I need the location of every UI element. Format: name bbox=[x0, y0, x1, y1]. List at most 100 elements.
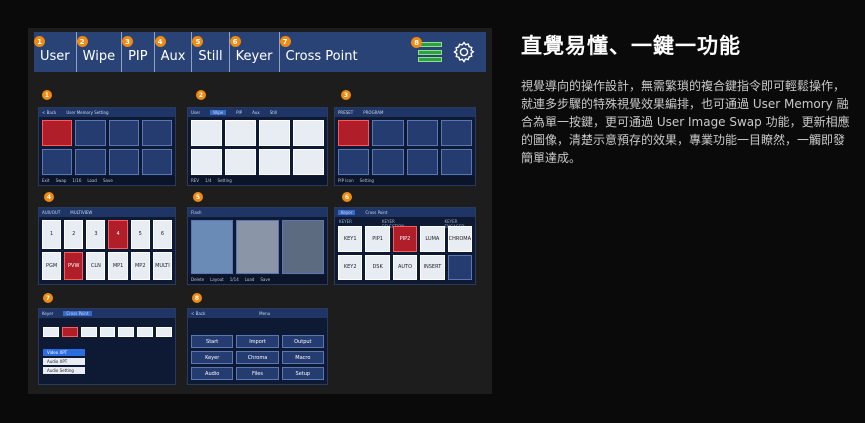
foot-label: Save bbox=[102, 178, 113, 183]
thumb-header: < Back User Memory Setting bbox=[39, 108, 175, 117]
thumb-grid: KEY1 PIP1 PIP2 LUMA CHROMA KEY2 DSK AUTO… bbox=[338, 226, 472, 280]
status-group[interactable]: 8 bbox=[411, 37, 442, 62]
cell: 1 bbox=[42, 220, 62, 249]
cell bbox=[141, 149, 172, 175]
foot-label: Setting bbox=[359, 178, 374, 183]
foot-label: Delete bbox=[191, 277, 205, 282]
menu-aux[interactable]: 4 Aux bbox=[153, 32, 192, 72]
badge: 3 bbox=[122, 36, 134, 47]
description: 視覺導向的操作設計，無需繁瑣的複合鍵指令即可輕鬆操作，就連多步驟的特殊視覺效果編… bbox=[521, 79, 850, 165]
audio-setting-button[interactable]: Audio Setting bbox=[43, 367, 85, 374]
back-label: < Back bbox=[42, 110, 57, 115]
thumb-footer: Exit Swap 1/16 Load Save bbox=[39, 176, 175, 185]
foot-label: 1/14 bbox=[229, 277, 239, 282]
thumb-footer: PIP Icon Setting bbox=[335, 176, 475, 185]
thumb-pip[interactable]: PRESET PROGRAM PIP Icon Setting bbox=[334, 107, 476, 186]
menu-user[interactable]: 1 User bbox=[34, 32, 76, 72]
audio-xpt-button[interactable]: Audio XPT bbox=[43, 358, 85, 365]
foot-label: Exit bbox=[42, 178, 50, 183]
cell: 6 bbox=[152, 220, 172, 249]
foot-label: 1/16 bbox=[72, 178, 82, 183]
thumb-cross-point[interactable]: Keyer Cross Point Video XPT Audio XPT Aud… bbox=[38, 308, 176, 385]
menu-cell: Macro bbox=[281, 351, 324, 364]
menu-pip[interactable]: 3 PIP bbox=[121, 32, 154, 72]
text-column: 直覺易懂、一鍵一功能 視覺導向的操作設計，無需繁瑣的複合鍵指令即可輕鬆操作，就連… bbox=[521, 30, 851, 167]
video-xpt-button[interactable]: Video XPT bbox=[43, 349, 85, 356]
cell: KEY1 bbox=[338, 226, 363, 252]
menu-cell: Output bbox=[281, 335, 324, 348]
menu-still[interactable]: 5 Still bbox=[191, 32, 228, 72]
menu-cross-point[interactable]: 7 Cross Point bbox=[278, 32, 364, 72]
cell: MP2 bbox=[130, 251, 150, 280]
menu-cell: Setup bbox=[281, 367, 324, 380]
cell: AUTO bbox=[392, 254, 418, 280]
headline: 直覺易懂、一鍵一功能 bbox=[521, 34, 741, 58]
badge: 8 bbox=[411, 37, 422, 48]
badge: 1 bbox=[34, 36, 45, 47]
thumb-keyer[interactable]: KeyerCross Point KEYERKEYER SELECTIONKEY… bbox=[334, 207, 476, 285]
thumb-title: Menu bbox=[259, 311, 271, 316]
cell bbox=[447, 254, 472, 280]
cell bbox=[338, 149, 370, 175]
thumb-menu[interactable]: < Back Menu Start Import Output Keyer Chr… bbox=[187, 308, 328, 385]
cell: PIP2 bbox=[392, 226, 418, 252]
menu-label: Cross Point bbox=[285, 48, 358, 64]
thumb-footer: REV 1/4 Setting bbox=[188, 176, 327, 185]
menu-label: Still bbox=[198, 48, 223, 64]
badge: 2 bbox=[76, 36, 88, 47]
cell bbox=[372, 149, 404, 175]
status-stack-icon bbox=[418, 42, 442, 62]
thumb-grid bbox=[338, 120, 472, 175]
thumb-footer: Delete Layout 1/14 Load Save bbox=[188, 275, 327, 284]
menu-cell: Start bbox=[191, 335, 234, 348]
thumb-wipe[interactable]: User Wipe PIP Aux Still REV 1/4 Setting bbox=[187, 107, 328, 186]
still-image bbox=[281, 220, 324, 274]
cell: PVW bbox=[64, 251, 84, 280]
cell: 2 bbox=[64, 220, 84, 249]
tab-label: Cross Point bbox=[63, 311, 92, 316]
tab-label: User bbox=[191, 110, 201, 115]
cell: MULTI bbox=[152, 251, 172, 280]
cell bbox=[61, 327, 78, 337]
section-label: AUX/OUT bbox=[42, 210, 61, 215]
cell: PGM bbox=[42, 251, 62, 280]
menu-wipe[interactable]: 2 Wipe bbox=[75, 32, 121, 72]
cell bbox=[440, 120, 472, 146]
badge: 6 bbox=[229, 36, 241, 47]
cell bbox=[372, 120, 404, 146]
badge: 4 bbox=[44, 192, 54, 202]
menu-label: PIP bbox=[128, 48, 148, 64]
back-label: < Back bbox=[191, 311, 206, 316]
thumb-still[interactable]: Flash Delete Layout 1/14 Load Save bbox=[187, 207, 328, 285]
cell bbox=[259, 120, 290, 146]
thumb-aux[interactable]: AUX/OUT MULTIVIEW 1 2 3 4 5 6 PGM PVW CLN… bbox=[38, 207, 176, 285]
section-label: PRESET bbox=[338, 110, 354, 115]
cell: CHROMA bbox=[447, 226, 472, 252]
gear-icon[interactable] bbox=[452, 40, 476, 64]
thumb-header: Keyer Cross Point bbox=[39, 309, 175, 318]
badge: 1 bbox=[42, 90, 52, 100]
thumb-grid bbox=[42, 120, 172, 175]
foot-label: Save bbox=[260, 277, 271, 282]
menu-cell: Keyer bbox=[191, 351, 234, 364]
cell bbox=[141, 120, 172, 146]
tab-label: PIP bbox=[236, 110, 243, 115]
still-image bbox=[191, 220, 234, 274]
thumb-header: PRESET PROGRAM bbox=[335, 108, 475, 117]
cell: MP1 bbox=[108, 251, 128, 280]
thumb-user-memory[interactable]: < Back User Memory Setting Exit Swap 1/16 Lo… bbox=[38, 107, 176, 186]
tab-label: Still bbox=[269, 110, 278, 115]
cell: 3 bbox=[86, 220, 106, 249]
cell bbox=[137, 327, 154, 337]
cell bbox=[225, 120, 256, 146]
tab-label: Cross Point bbox=[365, 210, 388, 215]
menu-keyer[interactable]: 6 Keyer bbox=[228, 32, 279, 72]
thumb-grid bbox=[191, 220, 324, 274]
thumb-header: AUX/OUT MULTIVIEW bbox=[39, 208, 175, 217]
thumb-grid: Start Import Output Keyer Chroma Macro A… bbox=[191, 335, 324, 380]
foot-label: PIP Icon bbox=[338, 178, 354, 183]
cell bbox=[75, 149, 106, 175]
thumb-header: < Back Menu bbox=[188, 309, 327, 318]
cell: PIP1 bbox=[365, 226, 390, 252]
badge: 5 bbox=[193, 192, 203, 202]
